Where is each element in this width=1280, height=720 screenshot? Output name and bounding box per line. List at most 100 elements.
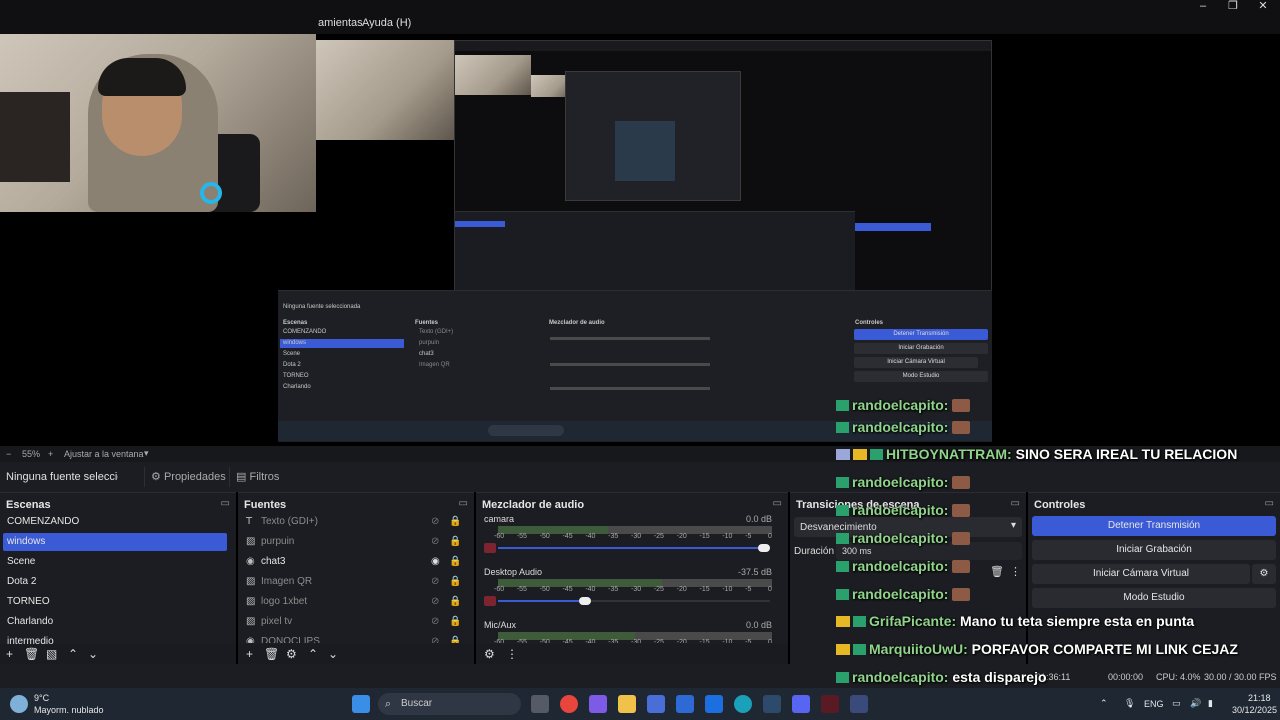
mixer-menu-icon[interactable]: ⋮: [506, 647, 518, 661]
chat-badge-icon: [836, 400, 849, 411]
chat-message: randoelcapito:: [836, 586, 971, 602]
task-view-icon[interactable]: [531, 695, 549, 713]
chat-badge-icon: [870, 449, 883, 460]
virtual-camera-settings-button[interactable]: ⚙: [1252, 564, 1276, 584]
chat-username: randoelcapito:: [852, 669, 949, 685]
chat-username: randoelcapito:: [852, 530, 949, 546]
scale-tick: -10: [722, 586, 733, 593]
chat-message: randoelcapito:: [836, 397, 971, 413]
chat-badge-icon: [836, 533, 849, 544]
add-source-button[interactable]: +: [246, 647, 253, 661]
mute-button[interactable]: [484, 596, 496, 606]
mixer-channel: Desktop Audio -37.5 dB -60 -55 -50 -45 -40 -35-…: [482, 567, 778, 619]
scale-tick: -55: [516, 586, 527, 593]
chat-message: GrifaPicante: Mano tu teta siempre esta …: [836, 613, 1194, 629]
scale-tick: -10: [722, 533, 733, 540]
mixer-channel: camara 0.0 dB -60 -55 -50 -45 -40 -35 -30 -25 -20-…: [482, 514, 778, 566]
source-properties-button[interactable]: ⚙: [286, 647, 297, 661]
transition-menu-icon[interactable]: ⋮: [1010, 565, 1021, 578]
move-up-button[interactable]: ⌃: [68, 647, 78, 661]
fader-handle[interactable]: [578, 597, 591, 605]
edge-icon[interactable]: [734, 695, 752, 713]
battery-icon[interactable]: ▮: [1208, 698, 1213, 709]
chat-message: randoelcapito:: [836, 558, 971, 574]
chevron-up-icon[interactable]: ⌃: [1100, 698, 1108, 709]
chat-badge-icon: [836, 561, 849, 572]
weather-icon: [10, 695, 28, 713]
discord-icon[interactable]: [792, 695, 810, 713]
taskbar-search[interactable]: ⌕ Buscar: [378, 693, 521, 715]
chat-text: SINO SERA IREAL TU RELACION: [1011, 446, 1238, 462]
add-scene-button[interactable]: +: [6, 647, 13, 661]
steam-icon[interactable]: [763, 695, 781, 713]
status-bar: 01:36:11 00:00:00 CPU: 4.0% 30.00 / 30.0…: [0, 664, 1280, 688]
chat-emote-icon: [952, 504, 971, 517]
volume-icon[interactable]: 🔊: [1190, 698, 1201, 709]
store-icon[interactable]: [647, 695, 665, 713]
chrome-icon[interactable]: [560, 695, 578, 713]
channel-name: Desktop Audio: [484, 567, 543, 577]
chat-emote-icon: [952, 560, 971, 573]
scene-filters-button[interactable]: ▧: [46, 647, 57, 661]
dock-menu-icon[interactable]: ▭: [1265, 498, 1274, 509]
chat-emote-icon: [952, 588, 971, 601]
move-down-button[interactable]: ⌄: [88, 647, 98, 661]
volume-fader[interactable]: [498, 544, 770, 552]
mixer-settings-icon[interactable]: ⚙: [484, 647, 495, 661]
chat-username: randoelcapito:: [852, 502, 949, 518]
start-virtual-camera-button[interactable]: Iniciar Cámara Virtual: [1032, 564, 1250, 584]
scale-tick: -60: [494, 586, 505, 593]
chat-emote-icon: [952, 399, 971, 412]
outlook-icon[interactable]: [676, 695, 694, 713]
remove-source-button[interactable]: 🗑: [264, 647, 279, 661]
start-icon[interactable]: [352, 695, 370, 713]
delete-transition-icon[interactable]: 🗑: [990, 565, 1004, 578]
scale-tick: -15: [699, 586, 710, 593]
channel-db: 0.0 dB: [745, 620, 772, 630]
fader-handle[interactable]: [758, 544, 770, 552]
chat-badge-icon: [853, 644, 866, 655]
start-recording-button[interactable]: Iniciar Grabación: [1032, 540, 1276, 560]
remove-scene-button[interactable]: 🗑: [24, 647, 39, 661]
network-icon[interactable]: ▭: [1172, 698, 1181, 709]
chat-badge-icon: [836, 422, 849, 433]
controls-title: Controles: [1034, 499, 1086, 511]
copilot-icon[interactable]: [589, 695, 607, 713]
chat-username: MarquiitoUwU:: [869, 641, 968, 657]
chat-text: PORFAVOR COMPARTE MI LINK CEJAZ: [967, 641, 1238, 657]
scale-tick: -25: [653, 639, 664, 643]
scale-tick: -20: [676, 533, 687, 540]
language-indicator[interactable]: ENG: [1144, 699, 1164, 709]
clock-date[interactable]: 30/12/2025: [1232, 705, 1277, 715]
crown-badge-icon: [836, 616, 850, 627]
chat-message: HITBOYNATTRAM: SINO SERA IREAL TU RELACI…: [836, 446, 1237, 462]
dock-menu-icon[interactable]: ▭: [1011, 498, 1020, 509]
mute-button[interactable]: [484, 543, 496, 553]
dropbox-icon[interactable]: [705, 695, 723, 713]
scale-tick: -5: [745, 586, 752, 593]
scale-tick: -15: [699, 533, 710, 540]
crown-badge-icon: [836, 644, 850, 655]
obs-icon[interactable]: [821, 695, 839, 713]
scale-tick: -45: [562, 533, 573, 540]
scale-tick: -45: [562, 586, 573, 593]
stop-streaming-button[interactable]: Detener Transmisión: [1032, 516, 1276, 536]
chat-badge-icon: [836, 672, 849, 683]
app-icon[interactable]: [850, 695, 868, 713]
chat-username: randoelcapito:: [852, 586, 949, 602]
studio-mode-button[interactable]: Modo Estudio: [1032, 588, 1276, 608]
duration-label: Duración: [794, 546, 835, 557]
volume-fader[interactable]: [498, 597, 770, 605]
search-icon: ⌕: [385, 698, 392, 710]
chat-username: randoelcapito:: [852, 474, 949, 490]
move-up-button[interactable]: ⌃: [308, 647, 318, 661]
mixer-footer: ⚙ ⋮: [476, 644, 788, 664]
move-down-button[interactable]: ⌄: [328, 647, 338, 661]
clock-time[interactable]: 21:18: [1248, 693, 1271, 703]
microphone-icon[interactable]: 🎙: [1124, 698, 1135, 709]
chat-message: randoelcapito: esta disparejo: [836, 669, 1047, 685]
scale-tick: -60: [494, 639, 505, 643]
chat-badge-icon: [836, 505, 849, 516]
windows-taskbar: 9°C Mayorm. nublado ⌕ Buscar ⌃ 🎙 ENG ▭ 🔊…: [0, 688, 1280, 720]
file-explorer-icon[interactable]: [618, 695, 636, 713]
